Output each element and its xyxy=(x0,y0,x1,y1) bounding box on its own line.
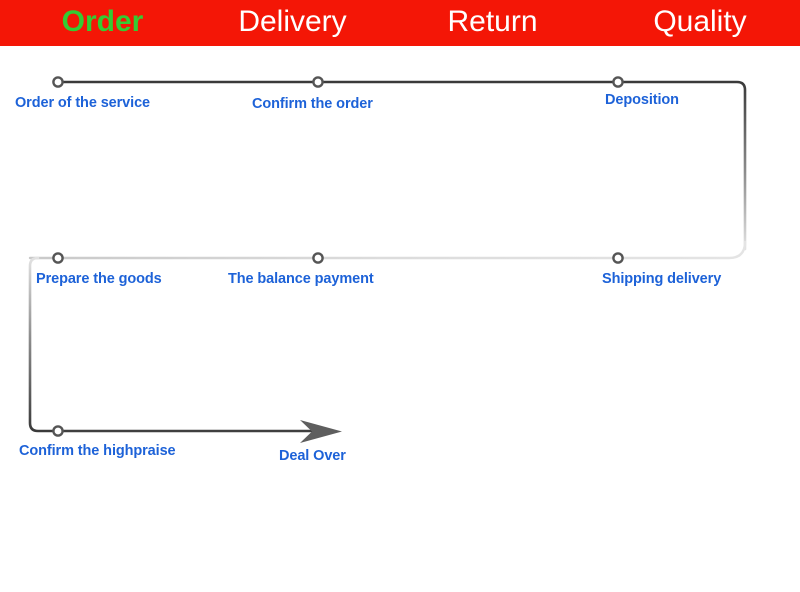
flow-label-the-balance-payment: The balance payment xyxy=(228,271,374,287)
nav-item-delivery[interactable]: Delivery xyxy=(205,0,380,46)
flow-label-order-of-the-service: Order of the service xyxy=(15,95,150,111)
flow-node-order-of-the-service[interactable] xyxy=(52,76,64,88)
flow-label-deal-over: Deal Over xyxy=(279,448,346,464)
flowchart-connector-graphic xyxy=(28,76,747,443)
flow-label-shipping-delivery: Shipping delivery xyxy=(602,271,722,287)
nav-item-return[interactable]: Return xyxy=(410,0,575,46)
flow-label-deposition: Deposition xyxy=(605,92,679,108)
flow-node-shipping-delivery[interactable] xyxy=(612,252,624,264)
flow-node-confirm-the-highpraise[interactable] xyxy=(52,425,64,437)
flow-node-confirm-the-order[interactable] xyxy=(312,76,324,88)
connector-row2-horizontal xyxy=(28,240,747,260)
nav-item-order[interactable]: Order xyxy=(20,0,185,46)
flow-node-prepare-the-goods[interactable] xyxy=(52,252,64,264)
top-navigation-bar: Order Delivery Return Quality xyxy=(0,0,800,46)
nav-item-quality[interactable]: Quality xyxy=(615,0,785,46)
flow-label-confirm-the-order: Confirm the order xyxy=(252,96,373,112)
flow-label-prepare-the-goods: Prepare the goods xyxy=(36,271,162,287)
flow-node-deposition[interactable] xyxy=(612,76,624,88)
flow-label-confirm-the-highpraise: Confirm the highpraise xyxy=(19,443,176,459)
flow-node-the-balance-payment[interactable] xyxy=(312,252,324,264)
order-process-flowchart: Order of the service Confirm the order D… xyxy=(0,46,800,592)
